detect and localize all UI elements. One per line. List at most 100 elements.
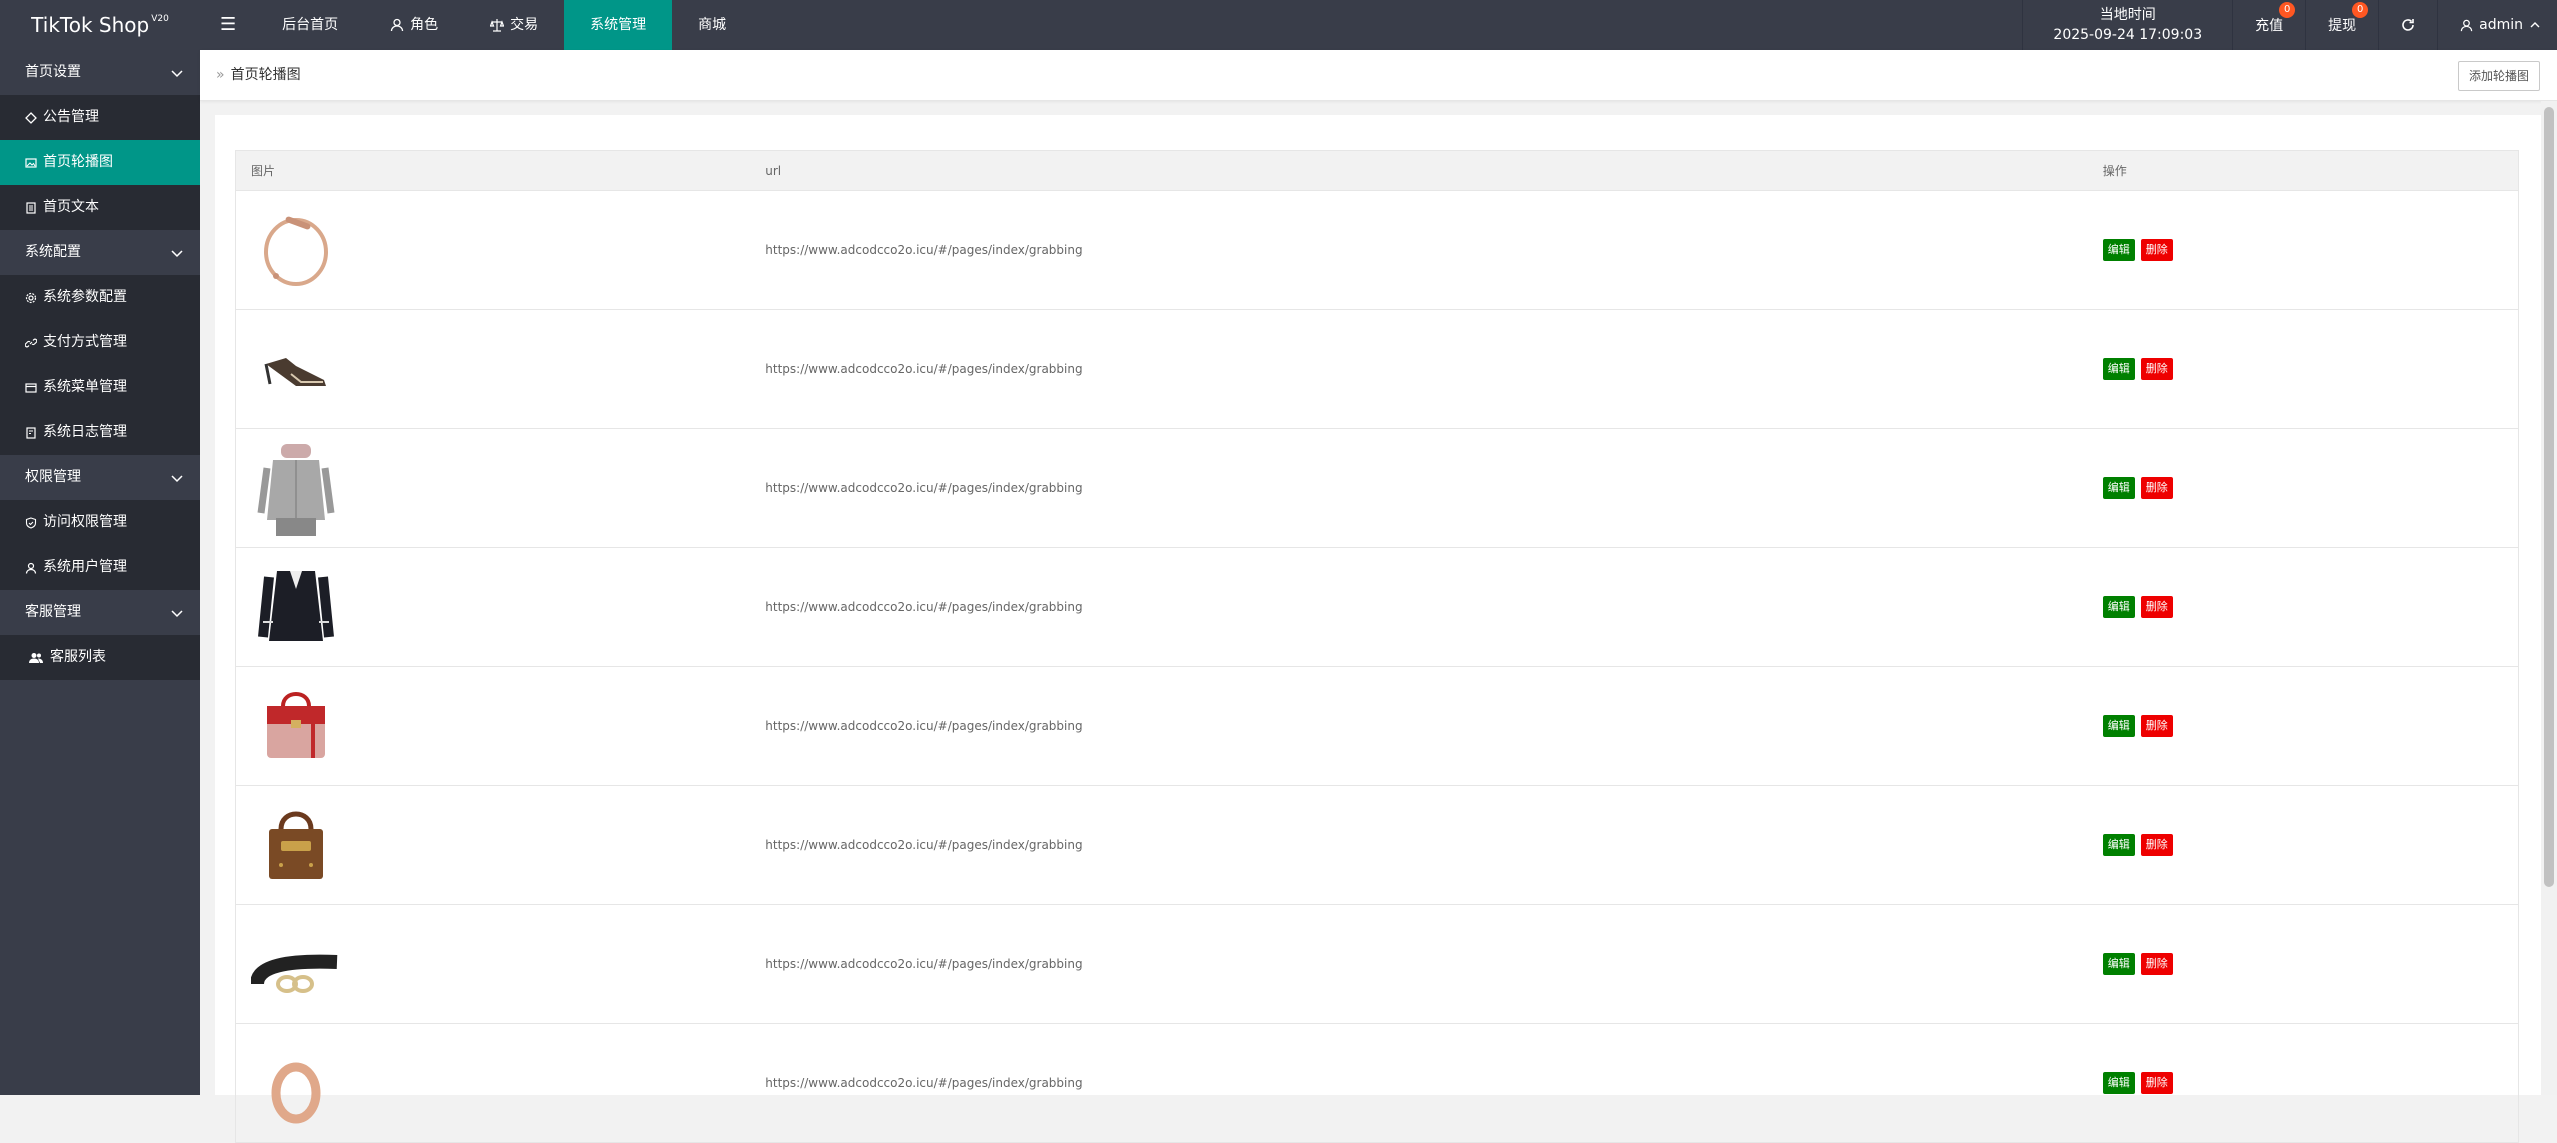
group-label: 系统配置 xyxy=(25,244,81,260)
group-label: 首页设置 xyxy=(25,64,81,80)
sidebar-item-label: 首页文本 xyxy=(43,199,99,215)
edit-button[interactable]: 编辑 xyxy=(2102,953,2135,975)
sidebar-item-system-logs[interactable]: 系统日志管理 xyxy=(0,410,200,455)
nav-mall[interactable]: 商城 xyxy=(672,0,752,50)
recharge-button[interactable]: 充值 0 xyxy=(2232,0,2305,50)
edit-button[interactable]: 编辑 xyxy=(2102,239,2135,261)
sidebar-item-label: 客服列表 xyxy=(50,649,106,665)
scrollbar-thumb[interactable] xyxy=(2544,107,2554,887)
logo-text: TikTok Shop xyxy=(31,13,150,37)
sidebar-group-permissions[interactable]: 权限管理 xyxy=(0,455,200,500)
scale-icon xyxy=(490,19,505,32)
heels-image xyxy=(251,317,351,421)
time-label: 当地时间 xyxy=(2099,7,2156,23)
delete-button[interactable]: 删除 xyxy=(2140,715,2173,737)
sidebar-item-payment-methods[interactable]: 支付方式管理 xyxy=(0,320,200,365)
version-label: V20 xyxy=(151,14,169,24)
sidebar-item-label: 公告管理 xyxy=(43,109,99,125)
bracelet-image xyxy=(251,198,351,302)
table-row: https://www.adcodcco2o.icu/#/pages/index… xyxy=(235,1023,2519,1143)
delete-button[interactable]: 删除 xyxy=(2140,1072,2173,1094)
nav-dashboard-label: 后台首页 xyxy=(282,17,339,33)
sidebar-item-home-text[interactable]: 首页文本 xyxy=(0,185,200,230)
recharge-badge: 0 xyxy=(2279,2,2296,18)
app-logo[interactable]: TikTok Shop V20 xyxy=(0,0,200,50)
sidebar-group-home-settings[interactable]: 首页设置 xyxy=(0,50,200,95)
time-value: 2025-09-24 17:09:03 xyxy=(2053,27,2203,43)
edit-button[interactable]: 编辑 xyxy=(2102,1072,2135,1094)
sidebar-item-access-permissions[interactable]: 访问权限管理 xyxy=(0,500,200,545)
withdraw-button[interactable]: 提现 0 xyxy=(2305,0,2378,50)
nav-trade[interactable]: 交易 xyxy=(464,0,564,50)
brown-handbag-image xyxy=(251,793,351,897)
table-row: https://www.adcodcco2o.icu/#/pages/index… xyxy=(235,190,2519,310)
chevron-down-icon xyxy=(170,590,184,635)
edit-button[interactable]: 编辑 xyxy=(2102,477,2135,499)
sidebar-group-system-config[interactable]: 系统配置 xyxy=(0,230,200,275)
sidebar-item-system-users[interactable]: 系统用户管理 xyxy=(0,545,200,590)
carousel-table: 图片 url 操作 https://www.adcodcco2o.icu/#/p… xyxy=(235,150,2519,1143)
vertical-scrollbar[interactable] xyxy=(2541,101,2557,1095)
cardigan-image xyxy=(251,436,351,540)
nav-system[interactable]: 系统管理 xyxy=(564,0,673,50)
header-right: 当地时间 2025-09-24 17:09:03 充值 0 提现 0 admin xyxy=(2022,0,2557,50)
blazer-image xyxy=(251,555,351,659)
edit-button[interactable]: 编辑 xyxy=(2102,715,2135,737)
sidebar-item-label: 首页轮播图 xyxy=(43,154,113,170)
nav-roles[interactable]: 角色 xyxy=(364,0,464,50)
chevron-down-icon xyxy=(170,455,184,500)
main-content: » 首页轮播图 添加轮播图 图片 url 操作 https://www.adcod… xyxy=(200,50,2557,1143)
sidebar-item-label: 系统参数配置 xyxy=(43,289,127,305)
breadcrumb-current: 首页轮播图 xyxy=(230,67,301,83)
withdraw-badge: 0 xyxy=(2352,2,2369,18)
sidebar-item-system-params[interactable]: 系统参数配置 xyxy=(0,275,200,320)
table-row: https://www.adcodcco2o.icu/#/pages/index… xyxy=(235,666,2519,786)
edit-button[interactable]: 编辑 xyxy=(2102,834,2135,856)
shield-icon xyxy=(25,516,37,529)
user-menu[interactable]: admin xyxy=(2437,0,2557,50)
delete-button[interactable]: 删除 xyxy=(2140,596,2173,618)
nav-trade-label: 交易 xyxy=(510,17,539,33)
url-cell: https://www.adcodcco2o.icu/#/pages/index… xyxy=(750,428,2088,548)
delete-button[interactable]: 删除 xyxy=(2140,834,2173,856)
add-carousel-button[interactable]: 添加轮播图 xyxy=(2457,61,2540,91)
edit-button[interactable]: 编辑 xyxy=(2102,596,2135,618)
sidebar-item-label: 支付方式管理 xyxy=(43,334,127,350)
sidebar-item-carousel[interactable]: 首页轮播图 xyxy=(0,140,200,185)
top-nav: ☰ 后台首页 角色 交易 系统管理 商城 xyxy=(200,0,752,50)
double-chevron-icon: » xyxy=(216,67,225,83)
delete-button[interactable]: 删除 xyxy=(2140,239,2173,261)
sidebar-item-label: 系统菜单管理 xyxy=(43,379,127,395)
belt-image xyxy=(251,912,351,1016)
local-time: 当地时间 2025-09-24 17:09:03 xyxy=(2022,0,2232,50)
table-row: https://www.adcodcco2o.icu/#/pages/index… xyxy=(235,785,2519,905)
user-icon xyxy=(2460,19,2473,31)
content-panel: 图片 url 操作 https://www.adcodcco2o.icu/#/p… xyxy=(215,115,2541,1143)
sidebar-item-label: 访问权限管理 xyxy=(43,514,127,530)
url-cell: https://www.adcodcco2o.icu/#/pages/index… xyxy=(750,1023,2088,1143)
gear-icon xyxy=(25,292,37,303)
nav-roles-label: 角色 xyxy=(410,17,439,33)
sidebar-group-customer-service[interactable]: 客服管理 xyxy=(0,590,200,635)
sidebar-item-announcements[interactable]: 公告管理 xyxy=(0,95,200,140)
sidebar-item-service-list[interactable]: 客服列表 xyxy=(0,635,200,680)
table-row: https://www.adcodcco2o.icu/#/pages/index… xyxy=(235,309,2519,429)
ring-image xyxy=(251,1031,351,1135)
diamond-icon xyxy=(25,111,37,124)
delete-button[interactable]: 删除 xyxy=(2140,953,2173,975)
refresh-button[interactable] xyxy=(2378,0,2437,50)
chevron-up-icon xyxy=(2530,22,2540,28)
nav-mall-label: 商城 xyxy=(698,17,727,33)
sidebar-item-system-menu[interactable]: 系统菜单管理 xyxy=(0,365,200,410)
refresh-icon xyxy=(2402,19,2414,31)
top-header: TikTok Shop V20 ☰ 后台首页 角色 交易 系统管理 商城 当地时间… xyxy=(0,0,2557,50)
recharge-label: 充值 xyxy=(2255,18,2284,34)
log-icon xyxy=(26,426,36,439)
delete-button[interactable]: 删除 xyxy=(2140,358,2173,380)
user-icon xyxy=(25,562,37,574)
delete-button[interactable]: 删除 xyxy=(2140,477,2173,499)
sidebar-item-label: 系统用户管理 xyxy=(43,559,127,575)
nav-dashboard[interactable]: 后台首页 xyxy=(256,0,364,50)
edit-button[interactable]: 编辑 xyxy=(2102,358,2135,380)
menu-toggle-icon[interactable]: ☰ xyxy=(200,0,256,50)
